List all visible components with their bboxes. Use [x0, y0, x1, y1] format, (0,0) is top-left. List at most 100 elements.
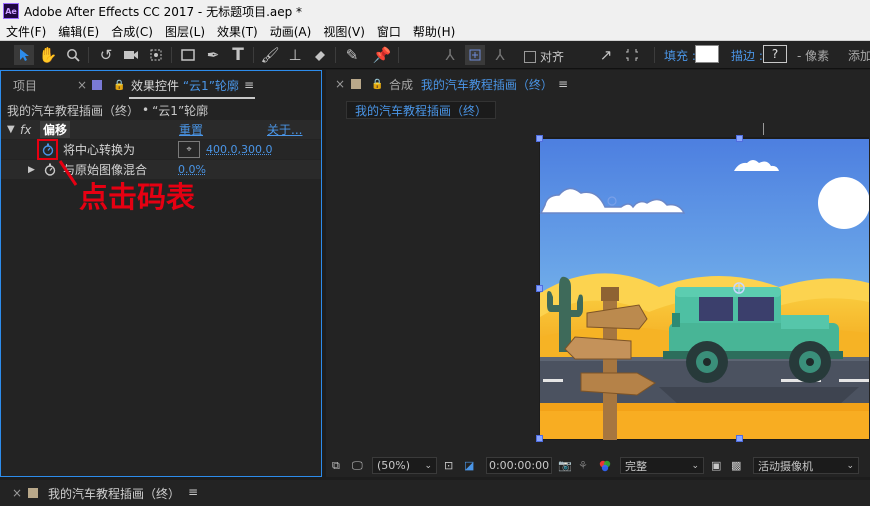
- property-row-shift-center: 将中心转换为 ⌖ 400.0,300.0: [1, 140, 321, 159]
- close-tab-icon[interactable]: ×: [12, 486, 22, 500]
- fill-label[interactable]: 填充 :: [664, 47, 696, 63]
- region-of-interest-icon[interactable]: ◪: [464, 457, 474, 474]
- lock-icon[interactable]: 🔒: [113, 80, 125, 91]
- roto-brush-tool-icon[interactable]: ✎: [342, 45, 362, 65]
- clone-stamp-tool-icon[interactable]: ⊥: [285, 45, 305, 65]
- snapping-checkbox[interactable]: [524, 51, 536, 63]
- about-link[interactable]: 关于...: [267, 121, 302, 138]
- view-axis-icon[interactable]: ⅄: [490, 45, 510, 65]
- timeline-tab-swatch: [28, 488, 38, 498]
- annotation-click-stopwatch: 点击码表: [79, 174, 195, 216]
- expand-triangle-icon[interactable]: ▶: [28, 165, 35, 175]
- effects-tab-swatch: [92, 80, 102, 90]
- monitor-icon[interactable]: 🖵: [352, 457, 363, 474]
- menu-bar: 文件(F) 编辑(E) 合成(C) 图层(L) 效果(T) 动画(A) 视图(V…: [0, 22, 870, 41]
- tab-composition[interactable]: 合成 我的汽车教程插画（终）: [389, 76, 553, 93]
- color-channels-icon[interactable]: [598, 457, 612, 474]
- stroke-width-label[interactable]: - 像素: [797, 47, 829, 63]
- camera-dropdown[interactable]: 活动摄像机 ⌄: [753, 457, 859, 474]
- stroke-color-swatch[interactable]: ?: [763, 45, 787, 63]
- composition-name: 我的汽车教程插画（终）: [7, 102, 139, 119]
- collapse-triangle-icon[interactable]: ▼: [7, 124, 15, 135]
- layer-name: “云1”轮廓: [152, 102, 208, 119]
- fast-previews-icon[interactable]: ▣: [711, 457, 721, 474]
- zoom-tool-icon[interactable]: [63, 45, 83, 65]
- resolution-value: 完整: [625, 458, 647, 474]
- timeline-tab-name[interactable]: 我的汽车教程插画（终）: [48, 485, 180, 502]
- stroke-label[interactable]: 描边 :: [731, 47, 763, 63]
- crosshair-picker-icon[interactable]: ⌖: [178, 141, 200, 158]
- always-preview-icon[interactable]: ⧉: [332, 457, 340, 474]
- eraser-tool-icon[interactable]: [310, 45, 330, 65]
- selection-handle[interactable]: [536, 285, 543, 292]
- zoom-dropdown[interactable]: (50%) ⌄: [372, 457, 437, 474]
- pen-tool-icon[interactable]: ✒: [203, 45, 223, 65]
- menu-edit[interactable]: 编辑(E): [52, 23, 105, 40]
- ruler-marker: [763, 123, 764, 135]
- lock-icon[interactable]: 🔒: [371, 79, 383, 90]
- comp-tabbar: × 🔒 合成 我的汽车教程插画（终） ≡: [326, 70, 870, 98]
- add-label[interactable]: 添加: [848, 47, 870, 63]
- panel-menu-icon[interactable]: ≡: [244, 78, 254, 92]
- resolution-dropdown[interactable]: 完整 ⌄: [620, 457, 704, 474]
- effect-name[interactable]: 偏移: [40, 121, 70, 138]
- puppet-pin-tool-icon[interactable]: 📌: [372, 45, 392, 65]
- menu-help[interactable]: 帮助(H): [407, 23, 461, 40]
- tab-effect-controls[interactable]: 效果控件 “云1”轮廓: [131, 77, 239, 94]
- selection-handle[interactable]: [536, 435, 543, 442]
- close-tab-icon[interactable]: ×: [335, 77, 345, 91]
- active-tab-underline: [129, 97, 255, 99]
- viewer-controls-bar: ⧉ 🖵 (50%) ⌄ ⊡ ◪ 0:00:00:00 📷 ⚘ 完整 ⌄ ▣ ▩ …: [326, 454, 870, 476]
- chevron-down-icon: ⌄: [846, 461, 854, 471]
- panel-menu-icon[interactable]: ≡: [188, 485, 198, 499]
- tab-composition-name: 我的汽车教程插画（终）: [421, 78, 553, 92]
- menu-window[interactable]: 窗口: [371, 23, 407, 40]
- selection-handle[interactable]: [736, 135, 743, 142]
- transparency-grid-icon[interactable]: ▩: [731, 457, 741, 474]
- effect-controls-panel: 项目 × 🔒 效果控件 “云1”轮廓 ≡ 我的汽车教程插画（终） • “云1”轮…: [0, 70, 322, 477]
- tab-effect-controls-label: 效果控件: [131, 79, 179, 93]
- world-axis-icon[interactable]: [465, 45, 485, 65]
- comp-tab-swatch: [351, 79, 361, 89]
- window-title: Adobe After Effects CC 2017 - 无标题项目.aep …: [24, 3, 302, 20]
- pan-behind-tool-icon[interactable]: [146, 45, 166, 65]
- snapshot-camera-icon[interactable]: 📷: [558, 457, 572, 474]
- timecode-field[interactable]: 0:00:00:00: [486, 457, 552, 474]
- hand-tool-icon[interactable]: ✋: [38, 45, 58, 65]
- stopwatch-icon[interactable]: [44, 163, 56, 179]
- local-axis-icon[interactable]: ⅄: [440, 45, 460, 65]
- comp-breadcrumb[interactable]: 我的汽车教程插画（终）: [346, 101, 496, 119]
- property-value-shift-center[interactable]: 400.0,300.0: [206, 143, 272, 156]
- rotate-tool-icon[interactable]: ↺: [96, 45, 116, 65]
- snap-grid-icon[interactable]: [622, 45, 642, 65]
- rectangle-tool-icon[interactable]: [178, 45, 198, 65]
- snap-options-icon[interactable]: ↗: [596, 45, 616, 65]
- fill-color-swatch[interactable]: [695, 45, 719, 63]
- menu-animation[interactable]: 动画(A): [264, 23, 318, 40]
- tab-project[interactable]: 项目: [13, 77, 37, 94]
- snapping-toggle[interactable]: 对齐: [524, 48, 564, 65]
- close-tab-icon[interactable]: ×: [77, 78, 87, 92]
- menu-effect[interactable]: 效果(T): [211, 23, 264, 40]
- selection-handle[interactable]: [536, 135, 543, 142]
- panel-menu-icon[interactable]: ≡: [558, 77, 568, 91]
- tab-effect-controls-layer: “云1”轮廓: [183, 79, 239, 93]
- selection-handle[interactable]: [736, 435, 743, 442]
- show-snapshot-icon[interactable]: ⚘: [578, 457, 588, 474]
- fx-toggle[interactable]: fx: [20, 123, 31, 137]
- menu-file[interactable]: 文件(F): [0, 23, 52, 40]
- menu-layer[interactable]: 图层(L): [159, 23, 211, 40]
- menu-view[interactable]: 视图(V): [317, 23, 371, 40]
- type-tool-icon[interactable]: T: [228, 45, 248, 65]
- brush-tool-icon[interactable]: 🖌: [260, 45, 280, 65]
- selection-tool-icon[interactable]: [14, 45, 34, 65]
- composition-viewer[interactable]: [539, 137, 869, 440]
- menu-composition[interactable]: 合成(C): [105, 23, 159, 40]
- fit-icon[interactable]: ⊡: [444, 457, 453, 474]
- stopwatch-icon[interactable]: [42, 143, 54, 159]
- chevron-down-icon: ⌄: [691, 461, 699, 471]
- effect-header-row[interactable]: ▼ fx 偏移 重置 关于...: [1, 120, 321, 139]
- reset-link[interactable]: 重置: [179, 121, 203, 138]
- after-effects-logo: Ae: [3, 3, 19, 19]
- camera-tool-icon[interactable]: [121, 45, 141, 65]
